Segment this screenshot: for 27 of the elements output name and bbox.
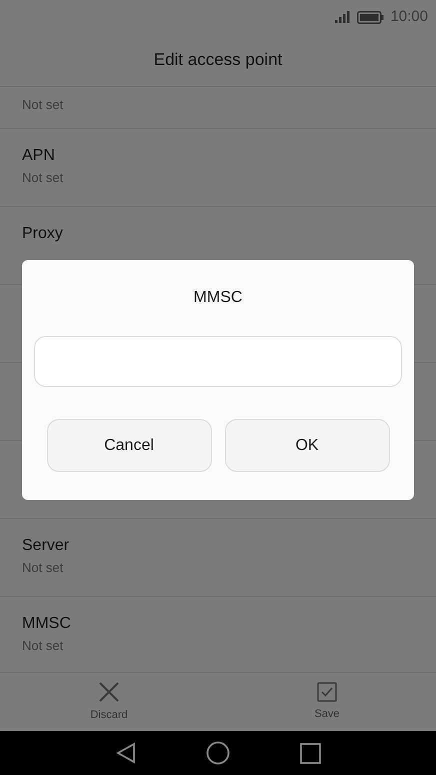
- setting-label: Proxy: [22, 224, 64, 244]
- setting-label: MMSC: [22, 614, 72, 634]
- battery-icon: [357, 10, 384, 24]
- discard-button[interactable]: Discard: [0, 673, 218, 731]
- screen-title: Edit access point: [154, 49, 282, 72]
- setting-row[interactable]: MMSC Not set: [0, 597, 436, 672]
- setting-row[interactable]: APN Not set: [0, 129, 436, 207]
- setting-label: Server: [22, 536, 70, 556]
- input-field[interactable]: [34, 336, 402, 387]
- checkbox-icon: [317, 682, 337, 702]
- setting-value: Not set: [22, 559, 64, 577]
- dialog-button[interactable]: OK: [224, 419, 390, 472]
- save-button[interactable]: Save: [218, 673, 436, 731]
- setting-value: Not set: [22, 637, 64, 655]
- dialog-button[interactable]: Cancel: [46, 419, 212, 472]
- back-icon[interactable]: [116, 742, 136, 764]
- setting-row[interactable]: Server Not set: [0, 519, 436, 597]
- close-icon: [98, 680, 120, 703]
- setting-label: APN: [22, 146, 56, 166]
- signal-icon: [335, 11, 352, 23]
- setting-value: Not set: [22, 169, 64, 187]
- dialog-title: MMSC: [194, 288, 242, 308]
- home-icon[interactable]: [206, 741, 230, 765]
- setting-row[interactable]: Not set: [0, 87, 436, 129]
- recents-icon[interactable]: [300, 742, 320, 764]
- clock: 10:00: [390, 6, 428, 27]
- setting-value: Not set: [22, 96, 64, 114]
